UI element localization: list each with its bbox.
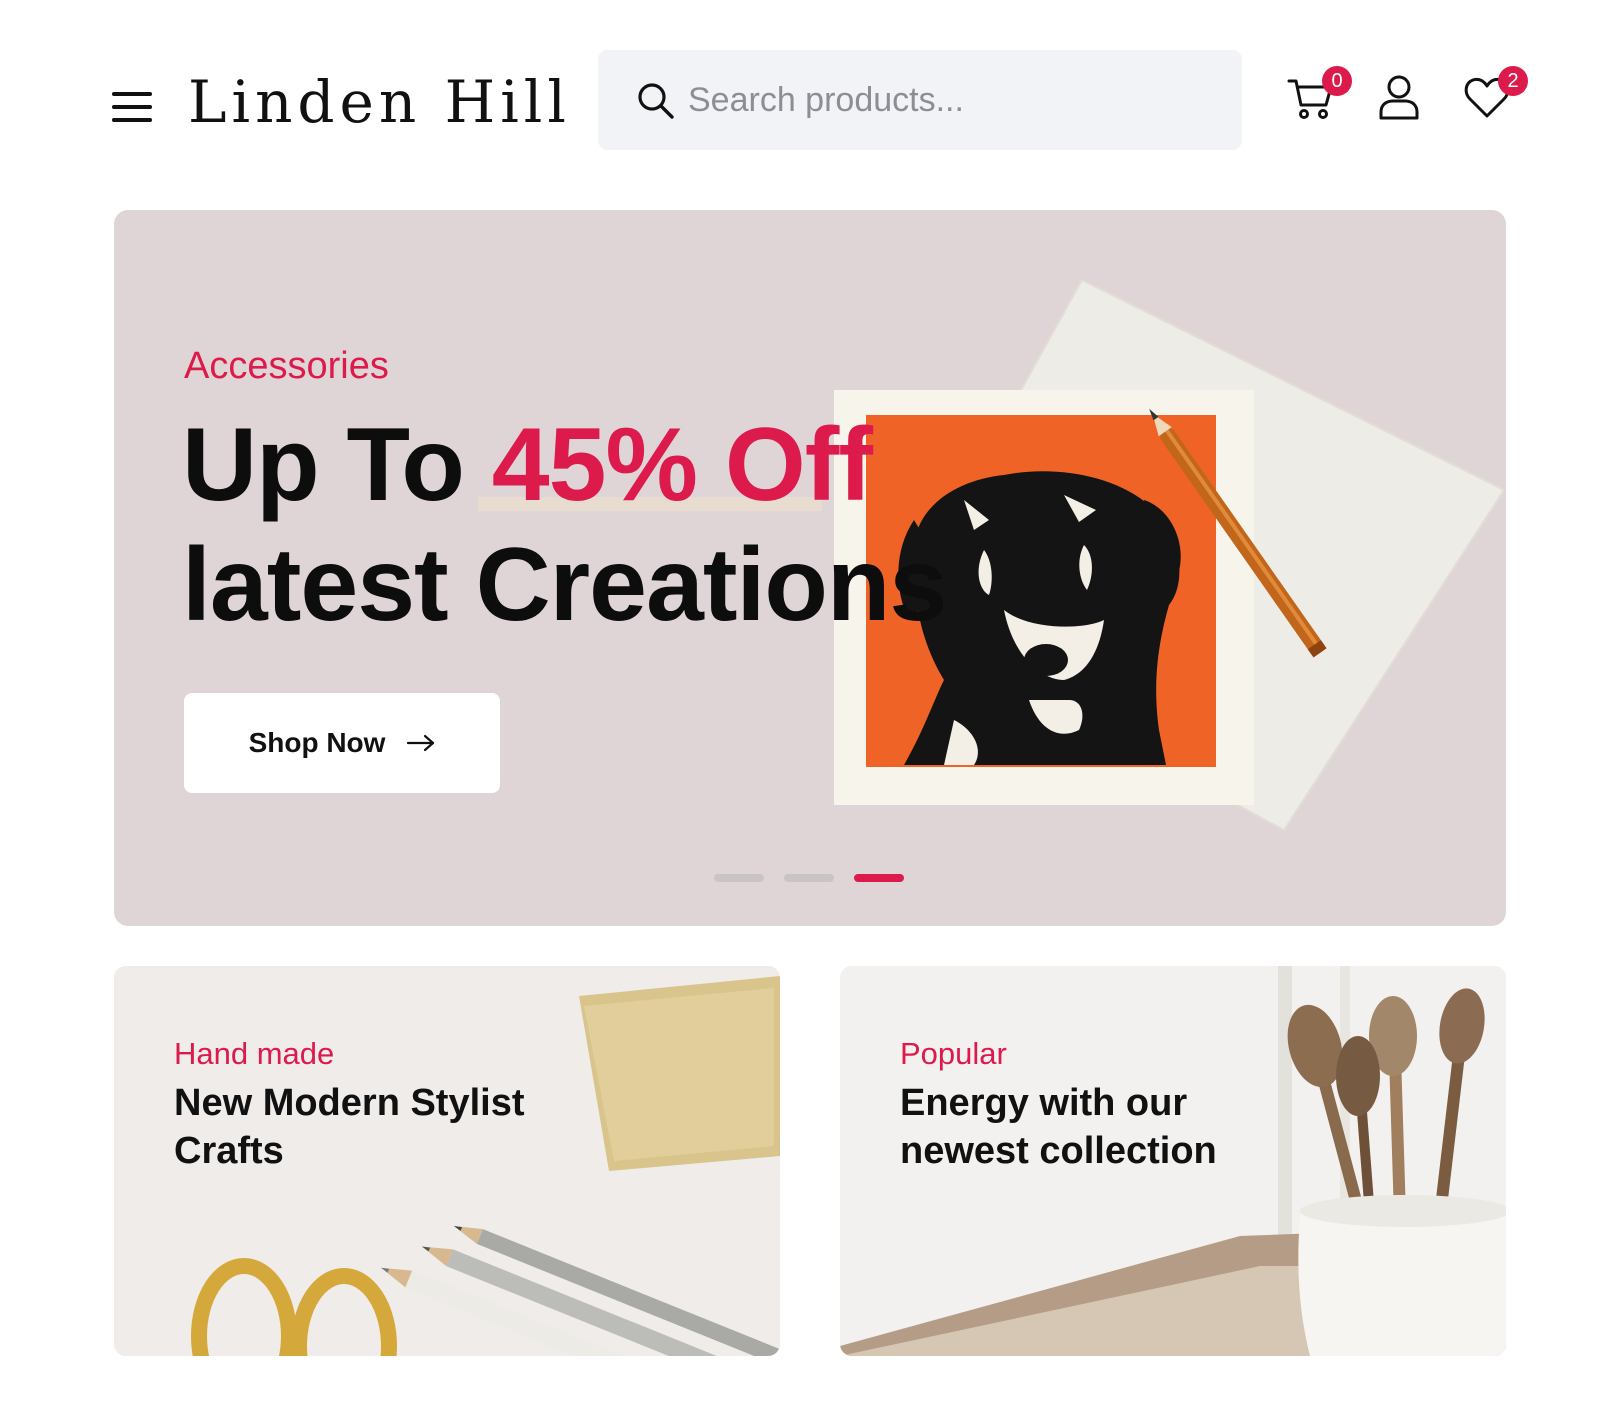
hero-title-line2: latest Creations: [182, 527, 947, 643]
wishlist-button[interactable]: 2: [1462, 66, 1528, 122]
slide-dot-1[interactable]: [714, 874, 764, 882]
site-header: Linden Hill 0 2: [0, 0, 1620, 190]
slider-pagination: [714, 874, 904, 882]
promo-card-tag: Hand made: [174, 1036, 335, 1071]
hero-category-tag: Accessories: [184, 345, 389, 387]
cart-count-badge: 0: [1322, 66, 1352, 96]
hero-banner: Accessories Up To 45% Off latest Creatio…: [114, 210, 1506, 926]
hero-title: Up To 45% Off latest Creations: [182, 405, 947, 645]
arrow-right-icon: [407, 734, 435, 752]
promo-card-tag: Popular: [900, 1036, 1007, 1071]
promo-card-handmade[interactable]: Hand made New Modern Stylist Crafts: [114, 966, 780, 1356]
user-icon: [1379, 75, 1419, 120]
account-button[interactable]: [1374, 72, 1424, 122]
menu-icon[interactable]: [112, 90, 154, 126]
shop-now-label: Shop Now: [248, 727, 386, 758]
hero-title-discount: 45% Off: [491, 407, 873, 523]
brand-logo[interactable]: Linden Hill: [188, 64, 571, 140]
search-bar: [598, 50, 1242, 150]
wishlist-count-badge: 2: [1498, 66, 1528, 96]
slide-dot-3[interactable]: [854, 874, 904, 882]
search-icon[interactable]: [636, 81, 676, 121]
promo-card-popular[interactable]: Popular Energy with our newest collectio…: [840, 966, 1506, 1356]
promo-card-title: Energy with our newest collection: [900, 1082, 1217, 1172]
search-input[interactable]: [688, 70, 1218, 130]
cart-button[interactable]: 0: [1286, 66, 1352, 122]
promo-card-title: New Modern Stylist Crafts: [174, 1082, 525, 1172]
shop-now-button[interactable]: Shop Now: [184, 693, 500, 793]
hero-title-prefix: Up To: [182, 407, 492, 523]
slide-dot-2[interactable]: [784, 874, 834, 882]
